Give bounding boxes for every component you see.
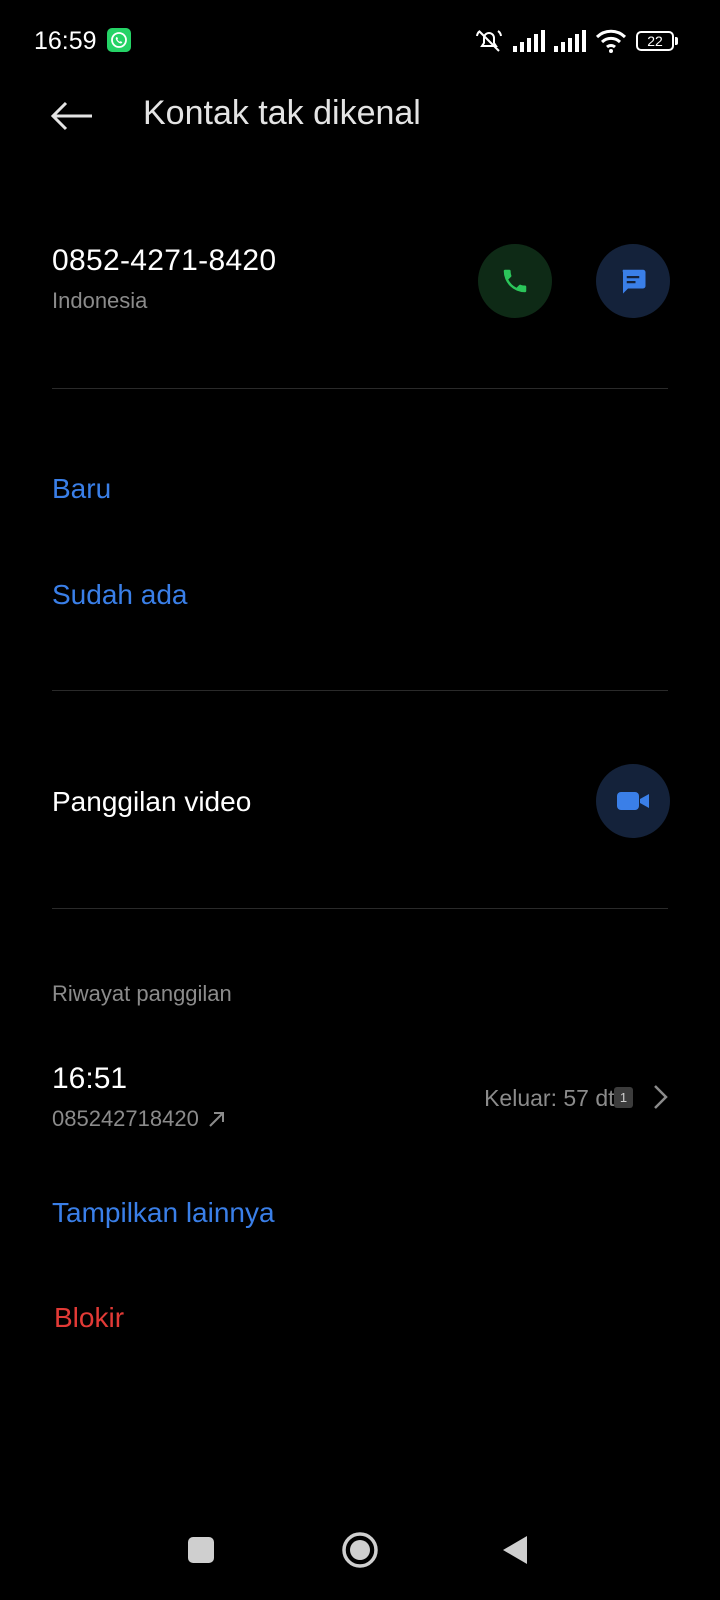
signal-icon [554,30,586,52]
call-duration: Keluar: 57 dtk [484,1085,626,1111]
message-button[interactable] [596,244,670,318]
page-title: Kontak tak dikenal [143,94,421,132]
country-label: Indonesia [52,288,148,313]
divider [52,690,668,691]
block-link[interactable]: Blokir [54,1302,124,1334]
sim-badge: 1 [614,1087,633,1108]
new-contact-link[interactable]: Baru [52,473,111,505]
home-button[interactable] [341,1531,379,1569]
recent-apps-button[interactable] [188,1537,214,1563]
nav-bar [0,1520,720,1600]
arrow-left-icon [50,101,92,131]
message-icon [622,269,646,294]
back-button[interactable] [46,90,98,142]
call-number: 085242718420 [52,1106,199,1131]
status-time: 16:59 [34,27,97,55]
contact-info: 0852-4271-8420 Indonesia [52,244,276,314]
call-history-label: Riwayat panggilan [52,981,232,1006]
whatsapp-icon [107,28,131,52]
battery-icon: 22 [636,31,678,51]
status-bar: 16:59 22 [0,0,720,80]
call-time: 16:51 [52,1062,128,1095]
outgoing-arrow-icon [209,1112,224,1127]
video-camera-icon [617,792,649,810]
signal-icon [513,30,545,52]
chevron-right-icon[interactable] [648,1083,672,1111]
status-icons: 22 [474,26,678,56]
divider [52,388,668,389]
call-history-entry[interactable]: 16:51 085242718420 Keluar: 57 dtk 1 [0,1055,720,1135]
divider [52,908,668,909]
phone-icon [503,269,527,293]
phone-number: 0852-4271-8420 [52,244,277,277]
video-call-button[interactable] [596,764,670,838]
call-button[interactable] [478,244,552,318]
header: Kontak tak dikenal [0,80,720,152]
existing-contact-link[interactable]: Sudah ada [52,579,187,611]
mute-icon [476,30,502,52]
battery-level: 22 [636,31,674,51]
nav-back-button[interactable] [501,1534,529,1566]
video-call-label: Panggilan video [52,786,252,817]
wifi-icon [595,29,627,53]
call-number-row: 085242718420 [52,1106,227,1132]
show-more-link[interactable]: Tampilkan lainnya [52,1197,275,1229]
